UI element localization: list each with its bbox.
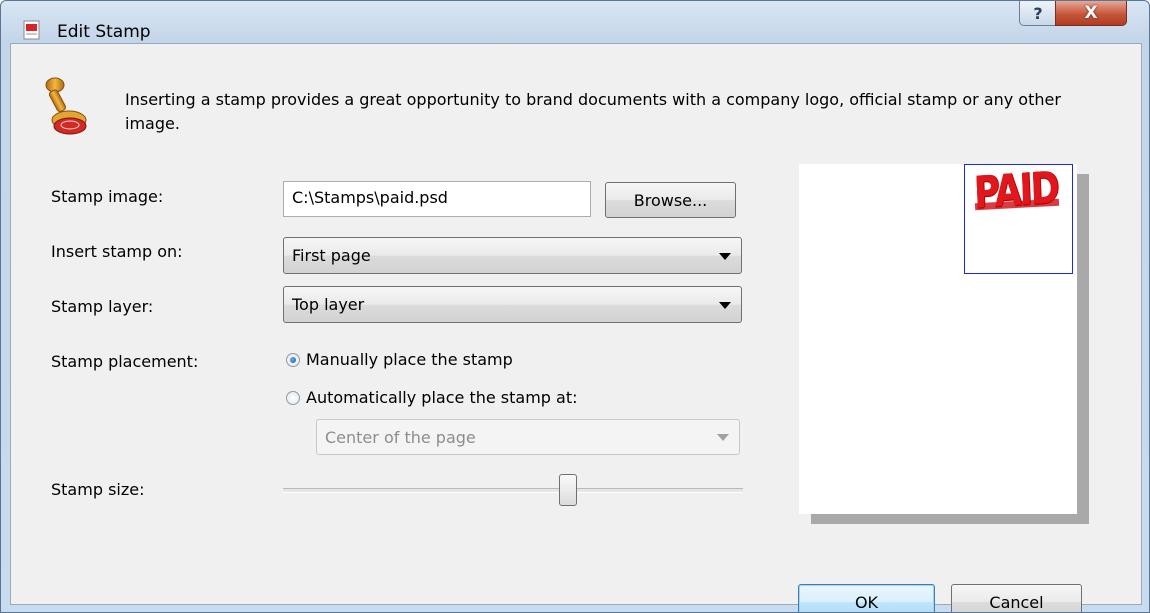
stamp-size-slider-thumb[interactable] xyxy=(559,474,577,506)
manual-placement-label: Manually place the stamp xyxy=(306,350,513,369)
auto-placement-radio[interactable]: Automatically place the stamp at: xyxy=(286,388,578,407)
insert-stamp-select[interactable]: First page xyxy=(283,237,742,274)
auto-placement-select: Center of the page xyxy=(316,419,740,455)
chevron-down-icon xyxy=(719,301,731,309)
stamp-placement-label: Stamp placement: xyxy=(51,352,199,371)
cancel-button[interactable]: Cancel xyxy=(951,584,1082,612)
insert-stamp-value: First page xyxy=(292,246,371,265)
stamp-layer-select[interactable]: Top layer xyxy=(283,286,742,323)
help-icon: ? xyxy=(1033,3,1043,23)
stamp-preview-text: PAID xyxy=(973,163,1059,219)
close-button[interactable]: X xyxy=(1055,1,1127,26)
dialog-body: Inserting a stamp provides a great oppor… xyxy=(10,43,1142,612)
title-bar[interactable]: Edit Stamp ? X xyxy=(1,1,1149,43)
stamp-layer-label: Stamp layer: xyxy=(51,297,154,316)
intro-text: Inserting a stamp provides a great oppor… xyxy=(125,90,1061,133)
stamp-layer-value: Top layer xyxy=(292,295,365,314)
chevron-down-icon xyxy=(717,434,729,441)
window-title: Edit Stamp xyxy=(57,22,151,42)
insert-stamp-label: Insert stamp on: xyxy=(51,242,183,261)
close-icon: X xyxy=(1084,3,1098,23)
auto-placement-value: Center of the page xyxy=(325,427,476,447)
stamp-size-label: Stamp size: xyxy=(51,480,145,499)
help-button[interactable]: ? xyxy=(1019,1,1057,26)
stamp-size-slider[interactable] xyxy=(283,488,743,493)
manual-placement-radio[interactable]: Manually place the stamp xyxy=(286,350,513,369)
rubber-stamp-icon xyxy=(45,77,87,135)
radio-checked-icon[interactable] xyxy=(286,352,300,367)
stamp-image-input[interactable]: C:\Stamps\paid.psd xyxy=(283,181,591,217)
ok-button[interactable]: OK xyxy=(798,584,935,612)
radio-unchecked-icon[interactable] xyxy=(286,390,300,405)
stamp-preview-box[interactable]: PAID xyxy=(964,164,1073,274)
chevron-down-icon xyxy=(719,252,731,260)
stamp-image-label: Stamp image: xyxy=(51,187,164,206)
stamp-title-icon xyxy=(23,20,40,40)
auto-placement-label: Automatically place the stamp at: xyxy=(306,388,578,407)
edit-stamp-dialog: Edit Stamp ? X Inserting a stamp provide… xyxy=(0,0,1150,613)
browse-button[interactable]: Browse... xyxy=(605,182,736,218)
